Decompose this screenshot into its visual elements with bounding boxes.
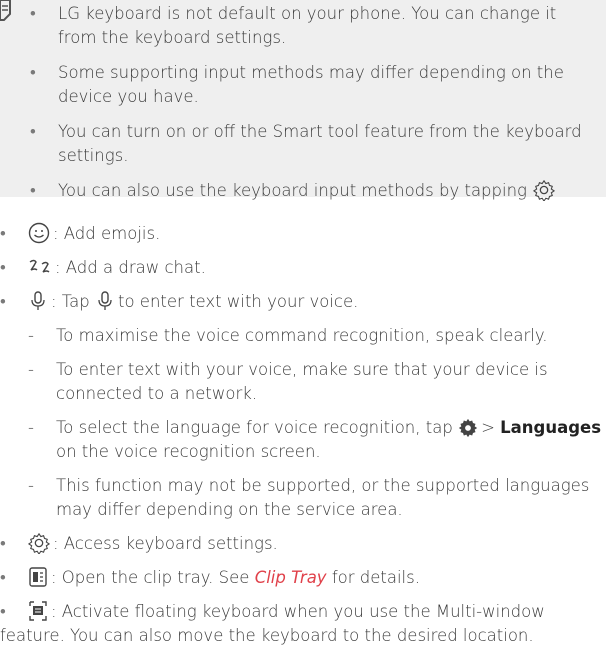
gear-outline-icon (28, 532, 50, 554)
clip-tray-link[interactable]: Clip Tray (255, 568, 327, 587)
draw-chat-icon (29, 259, 50, 273)
note-icon (0, 0, 11, 21)
list-item-floating: • : Activate floating keyboard when you … (0, 601, 545, 621)
floating-keyboard-icon (29, 601, 47, 621)
microphone-icon (31, 291, 45, 310)
note-box: • LG keyboard is not default on your phon… (0, 0, 606, 201)
sub-item-language: - To select the language for voice recogn… (28, 418, 602, 461)
note-item: • You can also use the keyboard input met… (30, 179, 590, 203)
sub-item: - To enter text with your voice, make sur… (28, 360, 548, 403)
list-item-clip: • : Open the clip tray. See Clip Tray fo… (0, 567, 420, 587)
note-item: • You can turn on or off the Smart tool f… (30, 122, 582, 165)
list-item-settings: • : Access keyboard settings. (0, 532, 278, 554)
sub-item: - This function may not be supported, or … (28, 476, 590, 519)
list-item-voice: • : Tap to enter text with your voice. -… (0, 290, 606, 522)
feature-list: • : Add emojis. • : Add a draw chat. • :… (0, 222, 606, 648)
note-list: • LG keyboard is not default on your phon… (30, 2, 590, 214)
list-item-draw: • : Add a draw chat. (0, 258, 206, 277)
gear-filled-icon (458, 418, 478, 438)
microphone-icon (98, 291, 112, 310)
list-item-emoji: • : Add emojis. (0, 222, 161, 244)
gear-outline-icon (533, 179, 556, 201)
note-item: • Some supporting input methods may diffe… (30, 63, 564, 106)
sub-item: - To maximise the voice command recogniti… (28, 326, 548, 345)
note-item: • LG keyboard is not default on your phon… (30, 4, 557, 47)
smiley-icon (28, 222, 50, 244)
floating-continuation: feature. You can also move the keyboard … (0, 626, 534, 645)
clipboard-icon (29, 567, 47, 587)
